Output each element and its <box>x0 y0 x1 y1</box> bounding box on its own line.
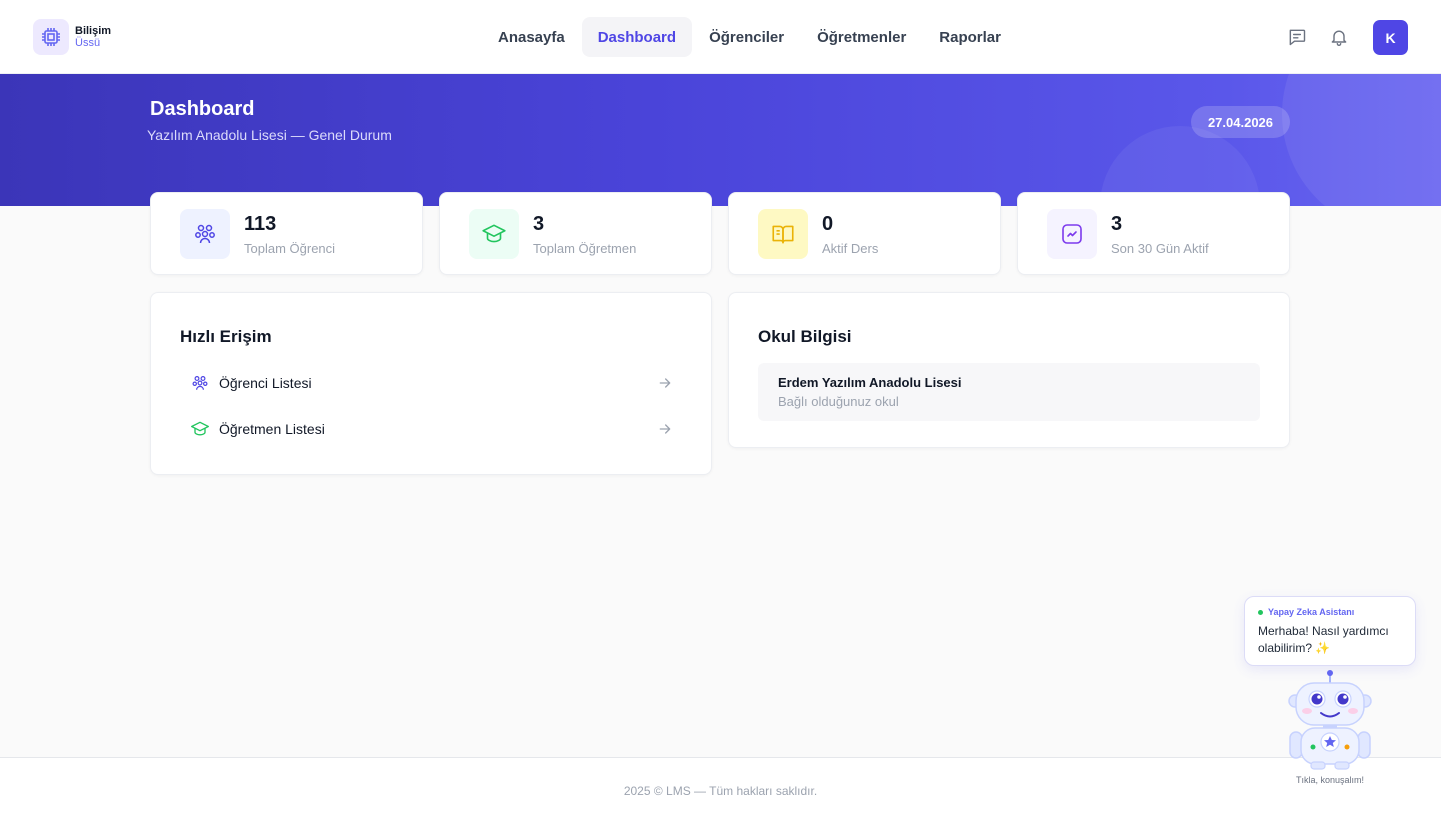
brand-logo[interactable]: Bilişim Üssü <box>33 19 111 55</box>
users-icon <box>189 372 211 394</box>
school-info-panel: Okul Bilgisi Erdem Yazılım Anadolu Lises… <box>728 292 1290 448</box>
stat-value: 113 <box>244 213 277 235</box>
school-name: Erdem Yazılım Anadolu Lisesi <box>778 375 962 390</box>
stat-label: Toplam Öğrenci <box>244 241 336 256</box>
arrow-right-icon <box>657 421 673 437</box>
quick-link-label: Öğrenci Listesi <box>219 375 312 391</box>
user-avatar[interactable]: K <box>1373 20 1408 55</box>
stat-value: 0 <box>822 213 834 235</box>
stat-value: 3 <box>533 213 545 235</box>
graduation-cap-icon <box>189 418 211 440</box>
ai-assistant-bubble[interactable]: Yapay Zeka Asistanı Merhaba! Nasıl yardı… <box>1244 596 1416 666</box>
nav-raporlar[interactable]: Raporlar <box>923 17 1017 57</box>
quick-access-panel: Hızlı Erişim Öğrenci Listesi Öğretmen Li… <box>150 292 712 475</box>
chip-icon <box>33 19 69 55</box>
date-badge: 27.04.2026 <box>1191 106 1290 138</box>
stat-card-active-lessons: 0 Aktif Ders <box>728 192 1001 275</box>
brand-title: Bilişim <box>75 25 112 37</box>
dashboard-banner: Dashboard Yazılım Anadolu Lisesi — Genel… <box>0 74 1441 206</box>
graduation-cap-icon <box>469 209 519 259</box>
top-navbar: Bilişim Üssü Anasayfa Dashboard Öğrencil… <box>0 0 1441 74</box>
activity-icon <box>1047 209 1097 259</box>
robot-assistant-icon[interactable] <box>1287 668 1373 772</box>
school-note: Bağlı olduğunuz okul <box>778 394 899 409</box>
nav-dashboard[interactable]: Dashboard <box>581 17 693 57</box>
users-icon <box>180 209 230 259</box>
quick-link-label: Öğretmen Listesi <box>219 421 325 437</box>
arrow-right-icon <box>657 375 673 391</box>
stat-label: Son 30 Gün Aktif <box>1111 241 1209 256</box>
sparkles-icon: ✨ <box>1315 641 1331 655</box>
stat-card-teachers: 3 Toplam Öğretmen <box>439 192 712 275</box>
quick-link-teacher-list[interactable]: Öğretmen Listesi <box>179 409 683 449</box>
ai-assistant-message: Merhaba! Nasıl yardımcı olabilirim? ✨ <box>1258 623 1408 657</box>
robot-caption: Tıkla, konuşalım! <box>1295 775 1365 785</box>
nav-ogrenciler[interactable]: Öğrenciler <box>693 17 800 57</box>
stat-value: 3 <box>1111 213 1123 235</box>
stat-label: Toplam Öğretmen <box>533 241 637 256</box>
quick-link-student-list[interactable]: Öğrenci Listesi <box>179 363 683 403</box>
page-subtitle: Yazılım Anadolu Lisesi — Genel Durum <box>147 127 392 143</box>
ai-assistant-name: Yapay Zeka Asistanı <box>1268 607 1355 617</box>
online-status-dot <box>1258 609 1263 615</box>
brand-subtitle: Üssü <box>75 37 101 49</box>
quick-access-title: Hızlı Erişim <box>180 327 272 346</box>
main-nav: Anasayfa Dashboard Öğrenciler Öğretmenle… <box>482 17 1018 57</box>
decorative-circle <box>1282 74 1441 206</box>
school-info-box: Erdem Yazılım Anadolu Lisesi Bağlı olduğ… <box>758 363 1260 421</box>
stat-card-active-30-days: 3 Son 30 Gün Aktif <box>1017 192 1290 275</box>
stat-card-students: 113 Toplam Öğrenci <box>150 192 423 275</box>
book-open-icon <box>758 209 808 259</box>
copyright-text: 2025 © LMS — Tüm hakları saklıdır. <box>623 784 818 798</box>
footer: 2025 © LMS — Tüm hakları saklıdır. <box>0 757 1441 816</box>
bell-icon[interactable] <box>1328 26 1350 48</box>
page-title: Dashboard <box>150 98 255 120</box>
stat-label: Aktif Ders <box>822 241 879 256</box>
message-icon[interactable] <box>1286 26 1308 48</box>
nav-anasayfa[interactable]: Anasayfa <box>482 17 581 57</box>
nav-ogretmenler[interactable]: Öğretmenler <box>801 17 922 57</box>
school-info-title: Okul Bilgisi <box>758 327 852 346</box>
